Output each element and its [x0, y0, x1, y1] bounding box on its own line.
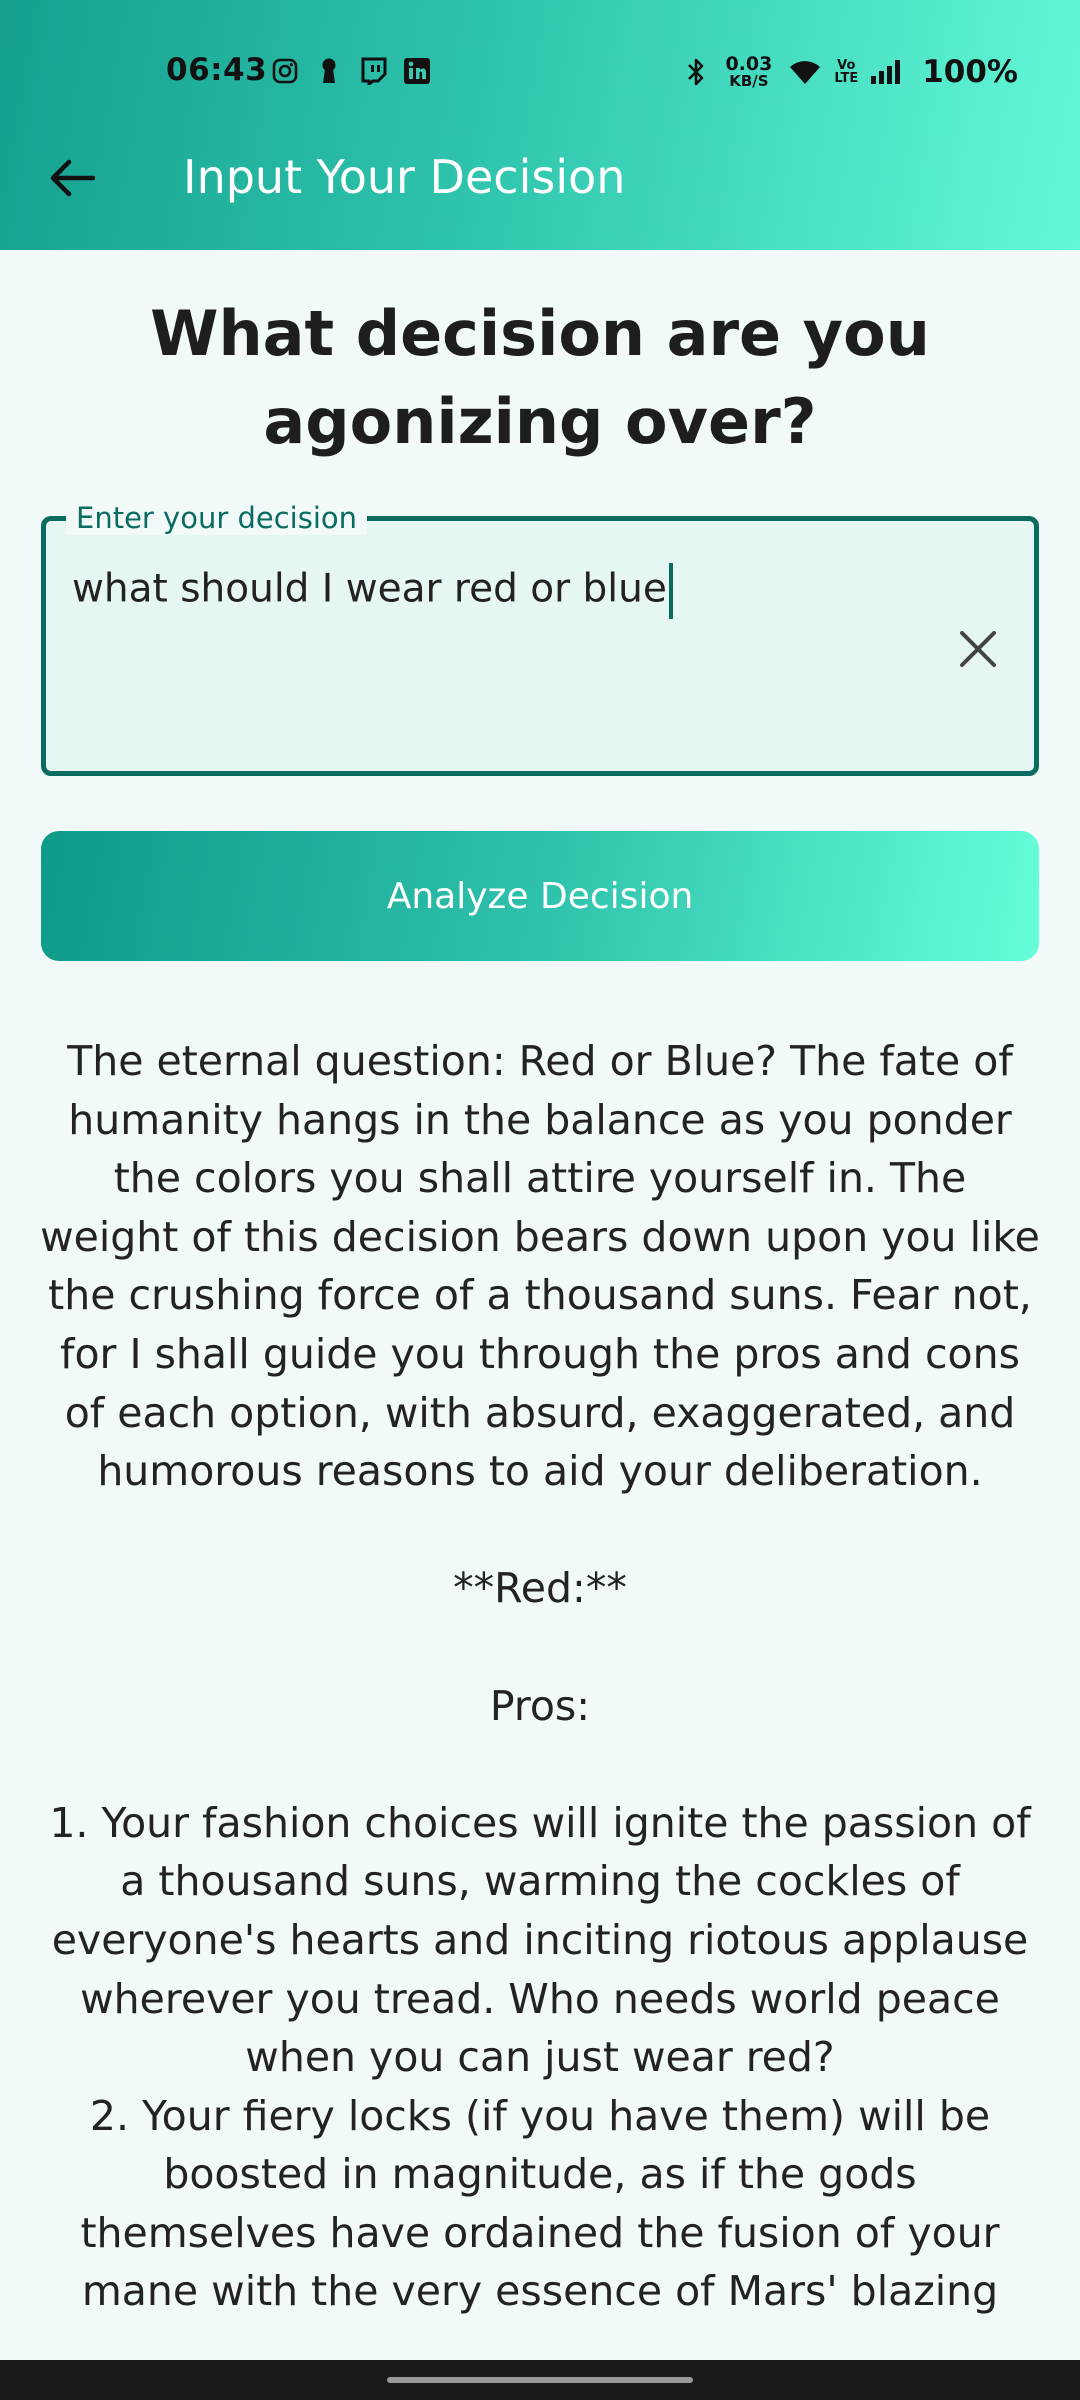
response-pro-item: 1. Your fashion choices will ignite the …	[49, 1798, 1031, 2082]
app-bar: Input Your Decision	[0, 130, 1080, 226]
clear-input-button[interactable]	[950, 621, 1006, 677]
analyze-decision-button[interactable]: Analyze Decision	[41, 831, 1039, 961]
response-red-heading: **Red:**	[453, 1564, 627, 1613]
response-intro: The eternal question: Red or Blue? The f…	[40, 1037, 1040, 1496]
page-title: Input Your Decision	[183, 150, 626, 204]
system-status-icons: 0.03 KB/S Vo LTE 100%	[681, 54, 1018, 90]
status-bar: 06:43 0.03 KB/S Vo LTE 100%	[0, 40, 1080, 106]
network-speed: 0.03 KB/S	[725, 55, 772, 89]
decision-question-heading: What decision are you agonizing over?	[150, 297, 930, 458]
instagram-icon	[270, 56, 300, 86]
response-pro-item: 2. Your fiery locks (if you have them) w…	[80, 2091, 1000, 2316]
volte-indicator: Vo LTE	[834, 59, 858, 85]
arrow-left-icon	[50, 159, 95, 197]
close-icon	[960, 631, 996, 667]
decision-input-field[interactable]: Enter your decision what should I wear r…	[41, 501, 1039, 776]
volte-bottom: LTE	[834, 71, 859, 86]
system-navigation-bar	[0, 2360, 1080, 2400]
app-header: 06:43 0.03 KB/S Vo LTE 100% Input Your D…	[0, 0, 1080, 250]
network-speed-unit: KB/S	[729, 72, 769, 90]
back-button[interactable]	[36, 148, 108, 208]
linkedin-icon	[402, 56, 432, 86]
text-cursor	[668, 563, 673, 619]
decision-input-value-wrap[interactable]: what should I wear red or blue	[72, 563, 673, 619]
analysis-response: The eternal question: Red or Blue? The f…	[40, 1032, 1040, 2321]
decision-input-label: Enter your decision	[66, 501, 368, 535]
home-gesture-handle[interactable]	[387, 2377, 693, 2383]
bluetooth-icon	[681, 57, 711, 87]
signal-icon	[868, 57, 906, 87]
response-pros-heading: Pros:	[489, 1681, 591, 1730]
battery-level: 100%	[922, 54, 1018, 90]
keyhole-icon	[314, 56, 344, 86]
notification-icons	[270, 56, 432, 86]
wifi-icon	[786, 57, 824, 87]
status-time: 06:43	[166, 52, 268, 88]
twitch-icon	[358, 56, 388, 86]
decision-input-value[interactable]: what should I wear red or blue	[72, 567, 667, 612]
